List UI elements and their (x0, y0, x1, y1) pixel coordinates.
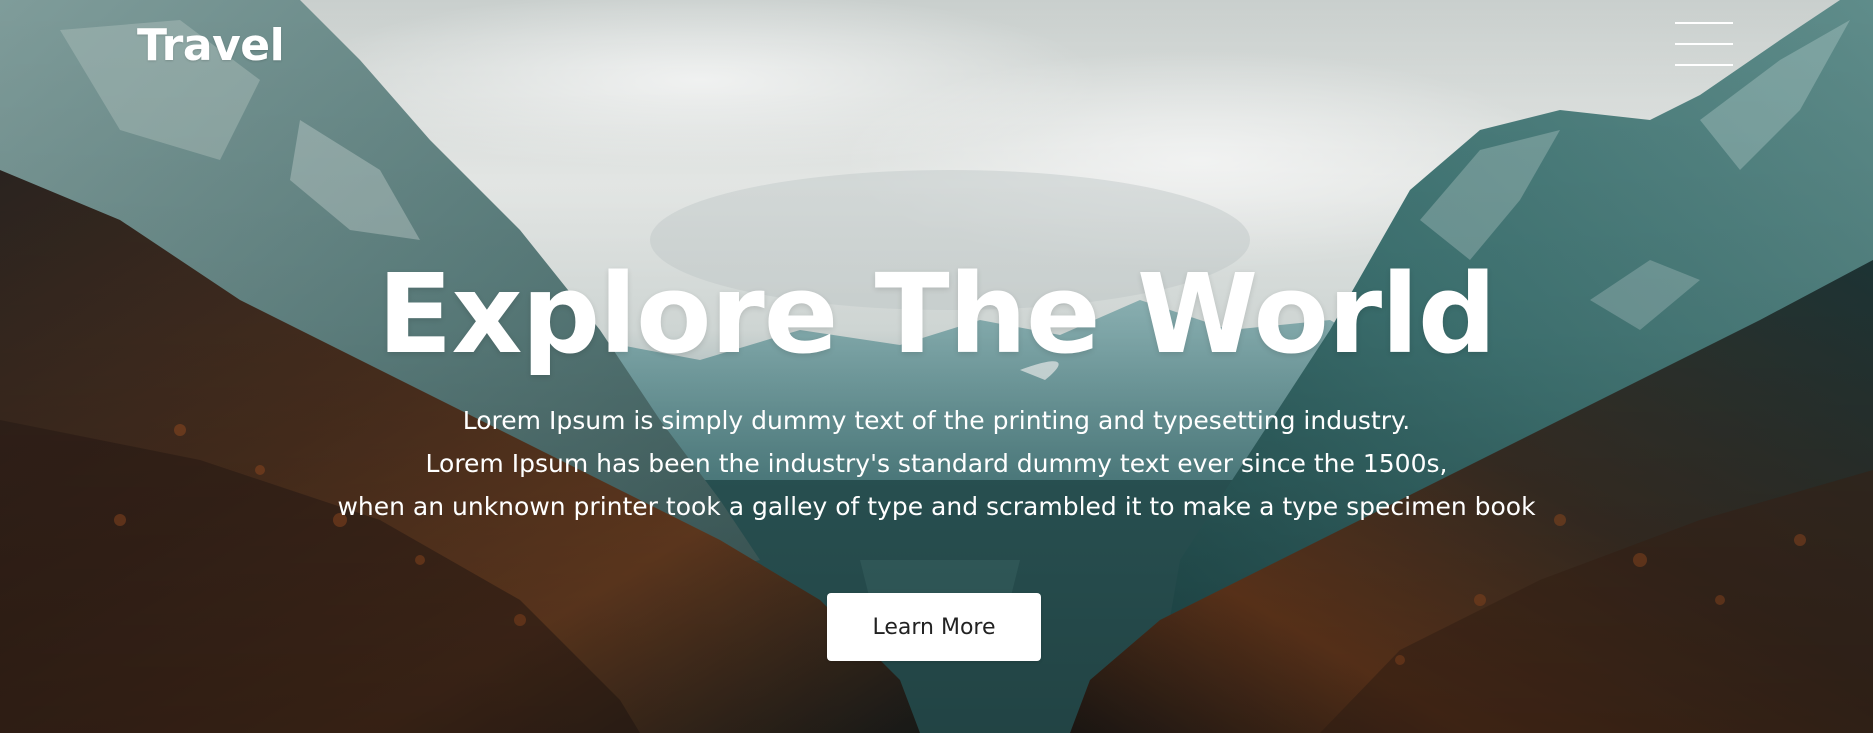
learn-more-button[interactable]: Learn More (827, 593, 1041, 661)
hamburger-menu-icon[interactable] (1675, 20, 1733, 68)
hero-title: Explore The World (377, 250, 1496, 378)
hero-description-line: when an unknown printer took a galley of… (337, 492, 1536, 521)
hero-section: Travel Explore The World Lorem Ipsum is … (0, 0, 1873, 733)
menu-line (1675, 22, 1733, 24)
hero-description-line: Lorem Ipsum has been the industry's stan… (425, 449, 1448, 478)
hero-description: Lorem Ipsum is simply dummy text of the … (0, 399, 1873, 528)
hero-description-line: Lorem Ipsum is simply dummy text of the … (462, 406, 1411, 435)
menu-line (1675, 43, 1733, 45)
menu-line (1675, 64, 1733, 66)
site-logo[interactable]: Travel (137, 21, 285, 70)
